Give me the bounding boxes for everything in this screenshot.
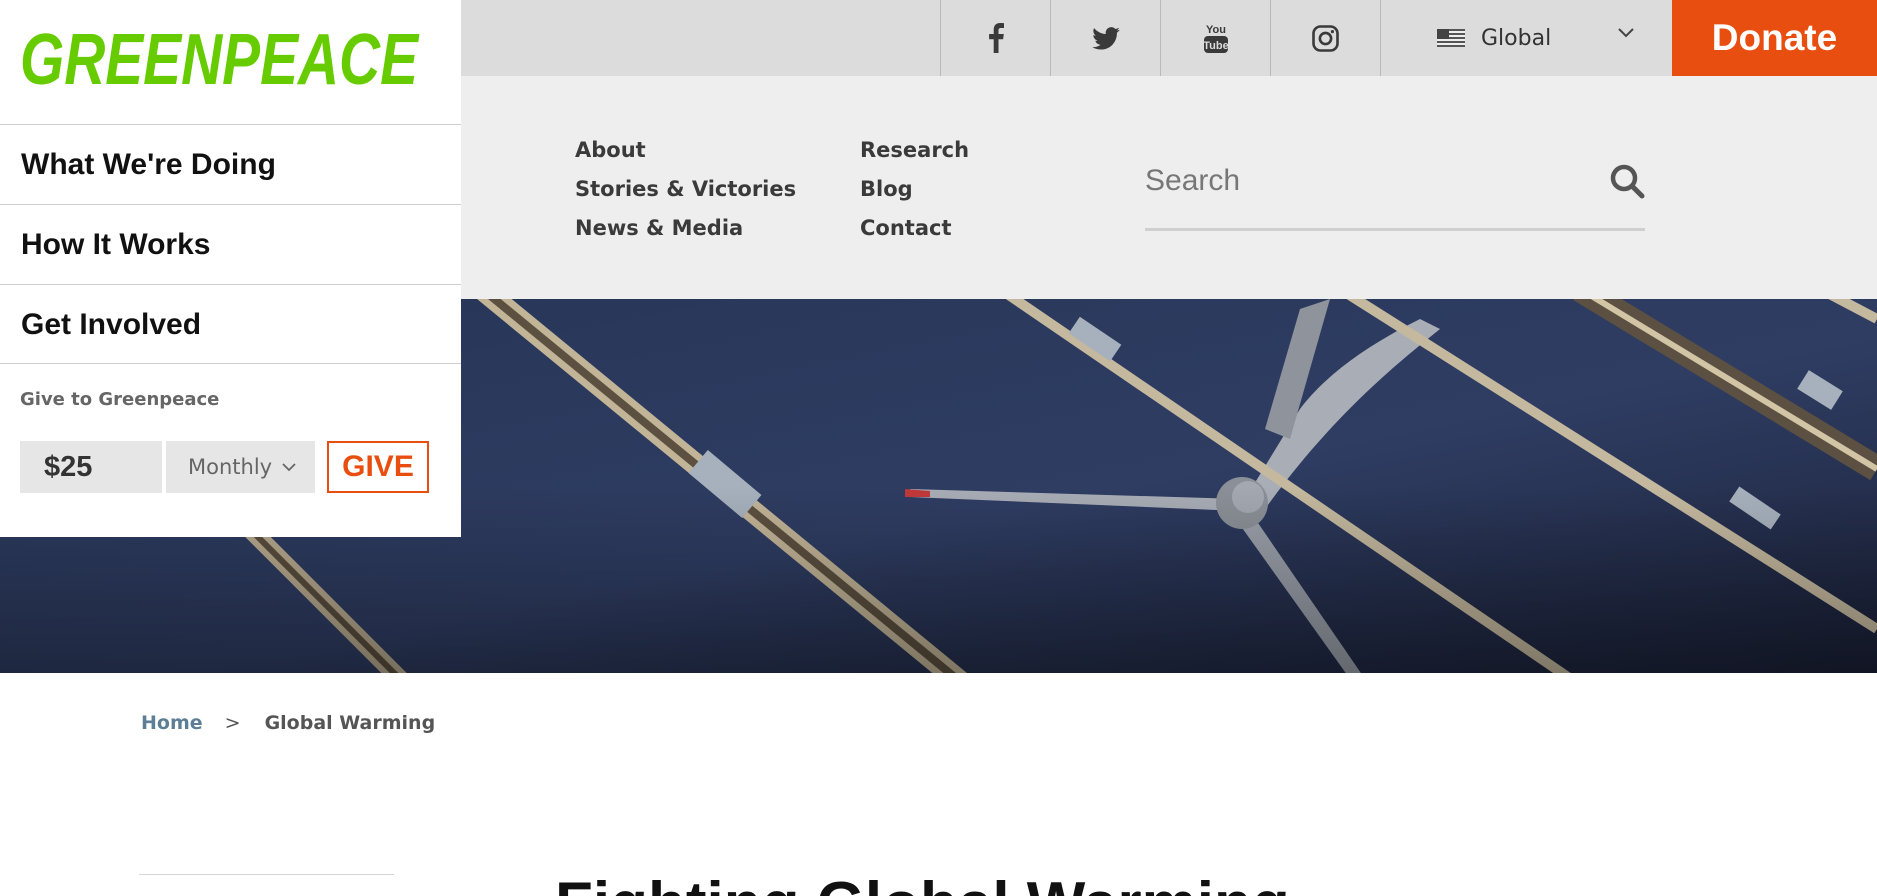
frequency-label: Monthly	[188, 455, 273, 479]
menu-item-label: How It Works	[21, 227, 211, 261]
sidebar-divider	[139, 874, 394, 875]
page-title: Fighting Global Warming	[555, 874, 1290, 896]
menu-item-label: Get Involved	[21, 307, 202, 341]
us-flag-icon	[1437, 29, 1465, 47]
instagram-link[interactable]	[1270, 0, 1380, 76]
donate-button[interactable]: Donate	[1672, 0, 1877, 76]
chevron-down-icon	[1618, 28, 1634, 38]
nav-link-about[interactable]: About	[575, 138, 646, 162]
donation-amount-field[interactable]: $25	[20, 441, 162, 493]
menu-item-how-it-works[interactable]: How It Works	[0, 204, 461, 284]
region-label: Global	[1481, 25, 1552, 51]
give-button[interactable]: GIVE	[327, 441, 429, 493]
give-title: Give to Greenpeace	[20, 389, 220, 410]
breadcrumb-current: Global Warming	[264, 712, 436, 734]
breadcrumb: Home > Global Warming	[141, 712, 435, 734]
svg-text:You: You	[1206, 24, 1226, 36]
facebook-icon	[988, 23, 1004, 53]
region-selector[interactable]: Global	[1380, 0, 1672, 76]
nav-link-stories-victories[interactable]: Stories & Victories	[575, 177, 796, 201]
svg-text:GREENPEACE: GREENPEACE	[20, 20, 420, 98]
nav-link-news-media[interactable]: News & Media	[575, 216, 743, 240]
nav-link-blog[interactable]: Blog	[860, 177, 913, 201]
chevron-down-icon	[282, 462, 296, 471]
twitter-link[interactable]	[1050, 0, 1160, 76]
menu-item-get-involved[interactable]: Get Involved	[0, 284, 461, 364]
twitter-icon	[1091, 26, 1120, 50]
search-input[interactable]	[1145, 151, 1585, 211]
left-menu-panel: GREENPEACE What We're Doing How It Works…	[0, 0, 461, 537]
svg-text:Tube: Tube	[1203, 40, 1228, 52]
menu-item-label: What We're Doing	[21, 147, 276, 181]
donation-frequency-select[interactable]: Monthly	[166, 441, 315, 493]
instagram-icon	[1312, 24, 1339, 52]
search-bar	[1145, 151, 1645, 231]
breadcrumb-separator: >	[224, 712, 241, 734]
youtube-icon: You Tube	[1203, 24, 1228, 53]
search-icon[interactable]	[1609, 163, 1645, 199]
nav-link-research[interactable]: Research	[860, 138, 969, 162]
menu-item-what-were-doing[interactable]: What We're Doing	[0, 124, 461, 204]
nav-link-contact[interactable]: Contact	[860, 216, 952, 240]
divider	[0, 363, 461, 364]
youtube-link[interactable]: You Tube	[1160, 0, 1270, 76]
facebook-link[interactable]	[940, 0, 1050, 76]
breadcrumb-home-link[interactable]: Home	[141, 712, 203, 734]
greenpeace-logo[interactable]: GREENPEACE	[18, 18, 423, 98]
